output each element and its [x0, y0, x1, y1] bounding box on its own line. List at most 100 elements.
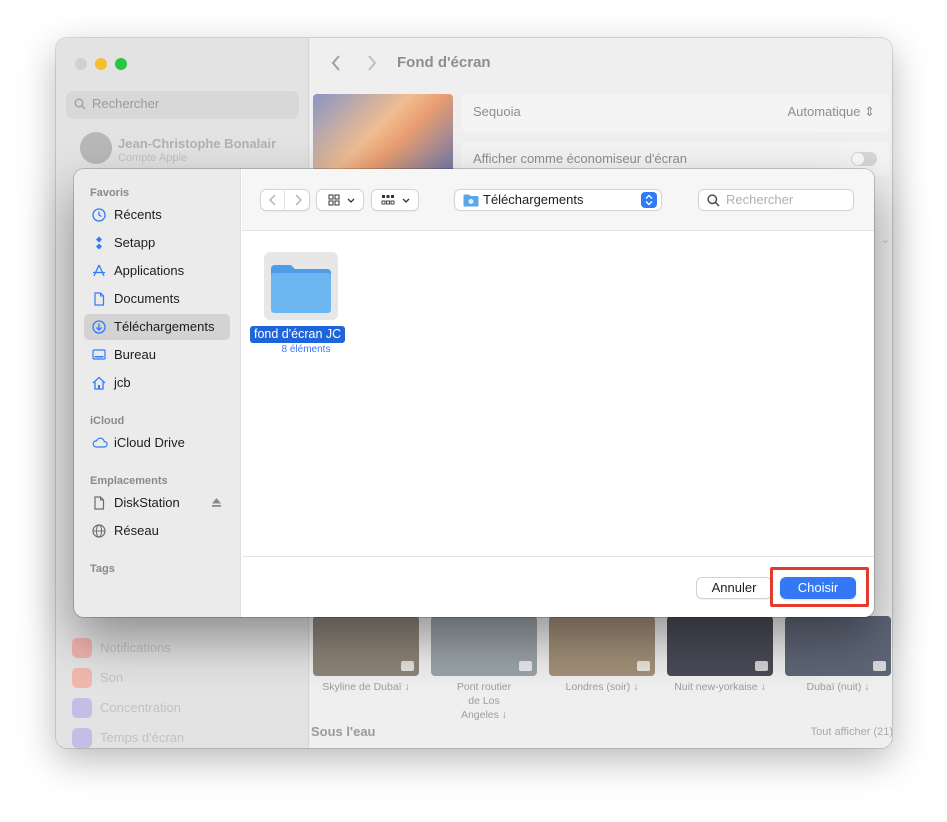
ghost-chevron: ⌄ [880, 234, 890, 246]
sidebar-item-downloads[interactable]: Téléchargements [84, 314, 230, 340]
sidebar-item-label: Temps d'écran [100, 730, 185, 745]
video-thumb-london-evening[interactable] [549, 616, 655, 676]
icloud-header: iCloud [90, 415, 125, 427]
sidebar-item-diskstation[interactable]: DiskStation [84, 490, 230, 516]
dialog-toolbar: Téléchargements Rechercher [242, 169, 874, 231]
chevron-right-icon [295, 194, 303, 206]
sidebar-item-label: Applications [114, 263, 185, 278]
folder-name: fond d'écran JC [250, 326, 346, 343]
dialog-sidebar: Favoris Récents Setapp Applications Docu… [74, 169, 241, 617]
sidebar-item-home[interactable]: jcb [84, 370, 230, 396]
video-play-icon [401, 661, 414, 671]
video-play-icon [519, 661, 532, 671]
sidebar-item-label: Notifications [100, 640, 171, 655]
dialog-search-placeholder: Rechercher [726, 192, 794, 207]
setapp-icon [96, 236, 102, 250]
video-label: Nuit new-yorkaise ↓ [674, 681, 766, 693]
sidebar-item-recents[interactable]: Récents [84, 202, 230, 228]
sidebar-item-label: Son [100, 670, 124, 685]
sidebar-item-son[interactable]: Son [72, 666, 123, 690]
view-mode-button[interactable] [316, 189, 364, 211]
folder-item[interactable]: fond d'écran JC 8 éléments [250, 250, 362, 360]
chevron-left-icon [268, 194, 276, 206]
clock-icon [92, 208, 106, 222]
search-icon [707, 194, 720, 207]
folder-item-count: 8 éléments [281, 344, 331, 355]
moon-icon [72, 698, 92, 718]
sidebar-item-label: Concentration [100, 700, 181, 715]
zoom-window-button[interactable] [115, 58, 127, 70]
section-title: Sous l'eau [311, 724, 376, 739]
video-thumb-ny-night[interactable] [667, 616, 773, 676]
group-by-button[interactable] [371, 189, 419, 211]
cancel-button[interactable]: Annuler [696, 577, 772, 599]
minimize-window-button[interactable] [95, 58, 107, 70]
dialog-forward-button[interactable] [286, 190, 310, 210]
account-subtitle: Compte Apple [118, 152, 188, 164]
close-window-button[interactable] [75, 58, 87, 70]
back-button[interactable] [330, 52, 342, 78]
video-label: Skyline de Dubaï ↓ [322, 681, 410, 693]
sidebar-item-label: jcb [114, 375, 131, 390]
tags-header: Tags [90, 563, 115, 575]
sidebar-item-concentration[interactable]: Concentration [72, 696, 181, 720]
video-thumb-dubai-night[interactable] [785, 616, 891, 676]
eject-icon[interactable] [211, 497, 222, 508]
grid-view-icon [328, 194, 355, 206]
sidebar-item-label: Téléchargements [114, 319, 215, 334]
page-title: Fond d'écran [397, 54, 491, 71]
dialog-search-input[interactable]: Rechercher [698, 189, 854, 211]
video-label: Pont routier de Los Angeles ↓ [456, 681, 512, 721]
video-label: Dubaï (nuit) ↓ [806, 681, 870, 693]
folder-icon [463, 194, 479, 207]
notifications-icon [72, 638, 92, 658]
video-thumb-dubai-skyline[interactable] [313, 616, 419, 676]
applications-icon [93, 264, 105, 277]
wallpaper-mode-value: Automatique [787, 104, 861, 119]
document-icon [94, 496, 105, 510]
sidebar-item-documents[interactable]: Documents [84, 286, 230, 312]
open-panel-dialog: Favoris Récents Setapp Applications Docu… [74, 169, 874, 617]
file-browser-area: fond d'écran JC 8 éléments [242, 232, 874, 556]
video-play-icon [637, 661, 650, 671]
hourglass-icon [72, 728, 92, 748]
sidebar-item-network[interactable]: Réseau [84, 518, 230, 544]
wallpaper-mode-select[interactable]: Automatique ⇕ [787, 104, 875, 120]
favorites-header: Favoris [90, 187, 130, 199]
wallpaper-name: Sequoia [473, 104, 521, 119]
updown-chevron-icon: ⇕ [864, 104, 875, 119]
video-thumb-la-bridge[interactable] [431, 616, 537, 676]
show-all-link[interactable]: Tout afficher (21) [811, 726, 892, 738]
choose-button[interactable]: Choisir [780, 577, 856, 599]
sidebar-item-applications[interactable]: Applications [84, 258, 230, 284]
back-forward-control [260, 189, 310, 211]
screensaver-toggle[interactable] [851, 152, 877, 166]
avatar [80, 132, 112, 164]
sidebar-item-notifications[interactable]: Notifications [72, 636, 171, 660]
download-icon [92, 320, 106, 334]
sidebar-item-setapp[interactable]: Setapp [84, 230, 230, 256]
dialog-footer: Annuler Choisir [242, 556, 874, 617]
location-popup[interactable]: Téléchargements [454, 189, 662, 211]
chevron-right-icon [368, 55, 377, 71]
locations-header: Emplacements [90, 475, 168, 487]
sidebar-item-desktop[interactable]: Bureau [84, 342, 230, 368]
sidebar-item-label: Réseau [114, 523, 159, 538]
current-wallpaper-thumbnail [313, 94, 453, 174]
wallpaper-name-row: Sequoia Automatique ⇕ [461, 94, 889, 132]
sidebar-item-label: DiskStation [114, 495, 180, 510]
sidebar-item-label: Bureau [114, 347, 156, 362]
sidebar-search-input[interactable]: Rechercher [66, 91, 299, 119]
chevron-left-icon [331, 55, 340, 71]
document-icon [94, 292, 105, 306]
search-icon [74, 98, 86, 110]
video-label: Londres (soir) ↓ [565, 681, 639, 693]
sidebar-item-label: Setapp [114, 235, 156, 250]
screensaver-label: Afficher comme économiseur d'écran [473, 151, 687, 166]
sidebar-item-icloud-drive[interactable]: iCloud Drive [84, 430, 230, 456]
forward-button[interactable] [366, 52, 378, 78]
folder-icon-box [264, 252, 338, 320]
sidebar-item-temps-ecran[interactable]: Temps d'écran [72, 726, 184, 748]
dialog-back-button[interactable] [261, 190, 285, 210]
location-popup-label: Téléchargements [483, 192, 584, 207]
